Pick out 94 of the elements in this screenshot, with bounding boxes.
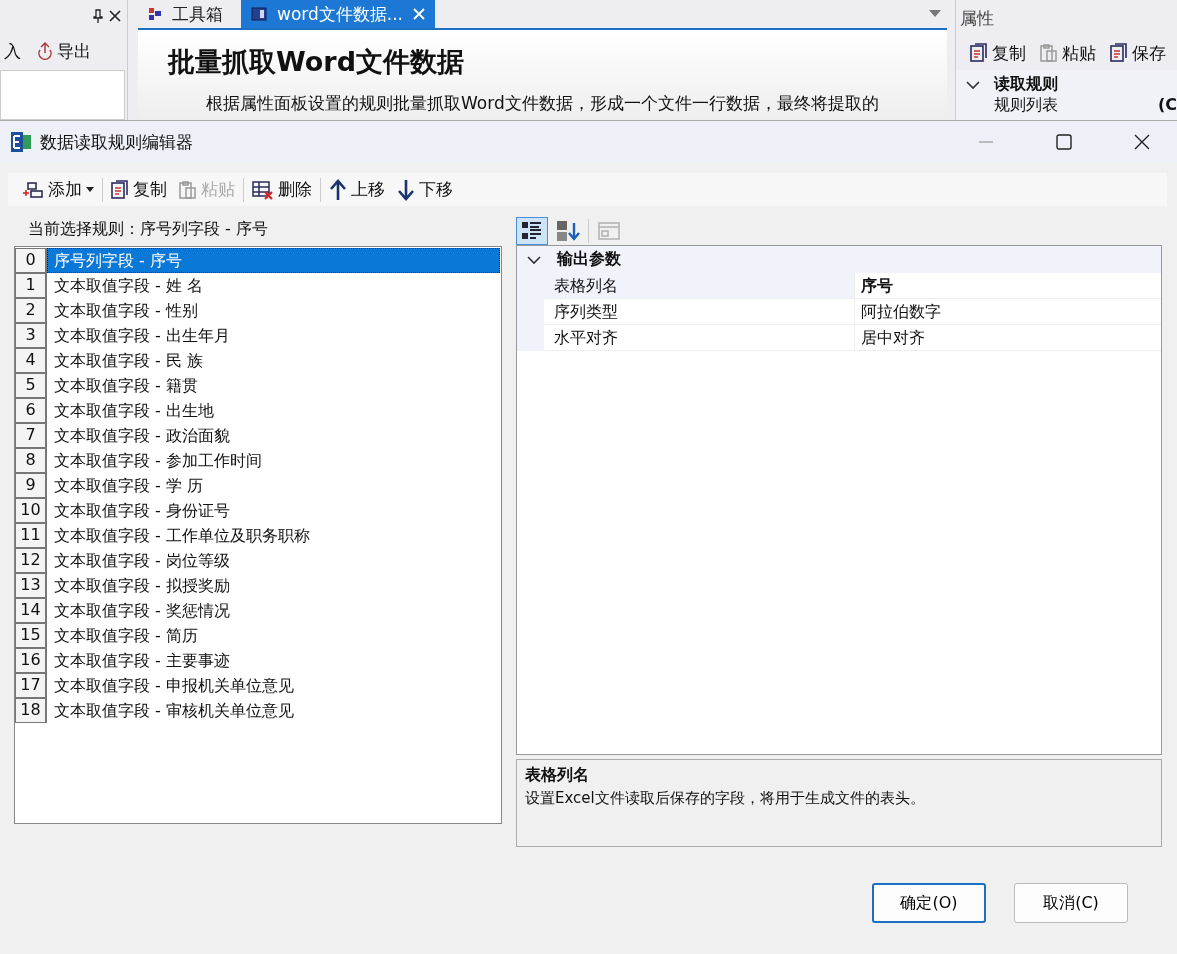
- category-label: 输出参数: [557, 249, 621, 270]
- property-pages-icon: [598, 220, 620, 241]
- row-number: 1: [15, 273, 47, 298]
- pin-icon[interactable]: [93, 9, 103, 23]
- rule-item[interactable]: 文本取值字段 - 民 族: [47, 348, 500, 373]
- row-number: 8: [15, 448, 47, 473]
- sort-alphabetical-icon: [556, 219, 580, 242]
- category-label: 读取规则: [994, 74, 1058, 95]
- rule-item[interactable]: 文本取值字段 - 拟授奖励: [47, 573, 500, 598]
- rule-item[interactable]: 文本取值字段 - 奖惩情况: [47, 598, 500, 623]
- row-number: 18: [15, 698, 47, 723]
- rule-item[interactable]: 文本取值字段 - 籍贯: [47, 373, 500, 398]
- copy-icon: [970, 43, 988, 63]
- rule-item[interactable]: 文本取值字段 - 性别: [47, 298, 500, 323]
- row-number: 16: [15, 648, 47, 673]
- table-delete-icon: [252, 179, 274, 200]
- toolbar-button[interactable]: 粘贴: [1036, 39, 1100, 67]
- description-title: 表格列名: [525, 765, 590, 786]
- row-number: 3: [15, 323, 47, 348]
- current-rule-label: 当前选择规则：序号列字段 - 序号: [27, 217, 269, 240]
- property-value[interactable]: 阿拉伯数字: [854, 299, 1161, 325]
- rule-item[interactable]: 序号列字段 - 序号: [47, 248, 500, 273]
- cancel-button[interactable]: 取消(C): [1014, 883, 1128, 923]
- toolbar-button[interactable]: 上移: [325, 176, 389, 203]
- window-title: 数据读取规则编辑器: [40, 130, 194, 154]
- row-number: 11: [15, 523, 47, 548]
- categorized-view-icon: [521, 219, 543, 242]
- rule-item[interactable]: 文本取值字段 - 政治面貌: [47, 423, 500, 448]
- rule-item[interactable]: 文本取值字段 - 简历: [47, 623, 500, 648]
- app-icon: [10, 131, 32, 153]
- add-rule-icon: [22, 180, 44, 199]
- arrow-down-icon: [397, 178, 415, 201]
- property-name: 规则列表: [994, 95, 1058, 116]
- rule-item[interactable]: 文本取值字段 - 参加工作时间: [47, 448, 500, 473]
- export-icon: [37, 42, 53, 60]
- copy-icon: [111, 179, 129, 200]
- row-number: 7: [15, 423, 47, 448]
- rule-item[interactable]: 文本取值字段 - 身份证号: [47, 498, 500, 523]
- minimize-icon: [979, 141, 993, 143]
- property-value[interactable]: 居中对齐: [854, 325, 1161, 351]
- property-name[interactable]: 序列类型: [544, 299, 854, 325]
- toolbar-button[interactable]: 复制: [107, 176, 171, 203]
- row-number: 15: [15, 623, 47, 648]
- rule-item[interactable]: 文本取值字段 - 出生地: [47, 398, 500, 423]
- close-icon: [1134, 134, 1150, 150]
- row-number: 10: [15, 498, 47, 523]
- row-number: 12: [15, 548, 47, 573]
- paste-icon: [179, 179, 197, 200]
- row-number: 13: [15, 573, 47, 598]
- row-number: 5: [15, 373, 47, 398]
- row-number: 0: [15, 248, 47, 273]
- document-tab[interactable]: word文件数据...: [241, 0, 435, 28]
- page-description: 根据属性面板设置的规则批量抓取Word文件数据，形成一个文件一行数据，最终将提取的: [206, 92, 880, 115]
- toolbar-button[interactable]: 保存: [1106, 39, 1170, 67]
- toolbar-button[interactable]: 添加: [18, 176, 98, 203]
- chevron-icon[interactable]: [527, 254, 541, 265]
- row-number: 2: [15, 298, 47, 323]
- ok-button[interactable]: 确定(O): [872, 883, 986, 923]
- rule-item[interactable]: 文本取值字段 - 学 历: [47, 473, 500, 498]
- property-value: (C: [1157, 95, 1177, 116]
- rule-item[interactable]: 文本取值字段 - 姓 名: [47, 273, 500, 298]
- copy-icon: [1110, 43, 1128, 63]
- dropdown-icon[interactable]: [929, 10, 941, 18]
- toolbar-button[interactable]: 删除: [248, 176, 316, 203]
- rule-item[interactable]: 文本取值字段 - 主要事迹: [47, 648, 500, 673]
- toolbar-button[interactable]: 复制: [966, 39, 1030, 67]
- property-name[interactable]: 水平对齐: [544, 325, 854, 351]
- chevron-icon[interactable]: [966, 79, 980, 90]
- arrow-up-icon: [329, 178, 347, 201]
- view-button[interactable]: [516, 216, 548, 245]
- toolbar-button[interactable]: 入: [0, 37, 25, 65]
- row-number: 4: [15, 348, 47, 373]
- rule-item[interactable]: 文本取值字段 - 工作单位及职务职称: [47, 523, 500, 548]
- maximize-icon: [1056, 134, 1072, 150]
- property-value[interactable]: 序号: [854, 273, 1161, 299]
- rule-item[interactable]: 文本取值字段 - 审核机关单位意见: [47, 698, 500, 723]
- row-number: 17: [15, 673, 47, 698]
- paste-icon: [1040, 43, 1058, 63]
- rule-item[interactable]: 文本取值字段 - 申报机关单位意见: [47, 673, 500, 698]
- panel-title: 属性: [959, 6, 995, 30]
- close-icon[interactable]: [109, 10, 121, 22]
- row-number: 6: [15, 398, 47, 423]
- document-tab[interactable]: 工具箱: [138, 0, 233, 28]
- caret-icon: [86, 187, 94, 192]
- page-heading: 批量抓取Word文件数据: [168, 45, 465, 79]
- row-number: 9: [15, 473, 47, 498]
- toolbar-button[interactable]: 下移: [393, 176, 457, 203]
- row-number: 14: [15, 598, 47, 623]
- toolbox-icon: [148, 7, 162, 21]
- document-icon: [251, 6, 267, 22]
- description-text: 设置Excel文件读取后保存的字段，将用于生成文件的表头。: [525, 789, 926, 808]
- rule-item[interactable]: 文本取值字段 - 岗位等级: [47, 548, 500, 573]
- rule-item[interactable]: 文本取值字段 - 出生年月: [47, 323, 500, 348]
- toolbar-button[interactable]: 导出: [33, 37, 95, 65]
